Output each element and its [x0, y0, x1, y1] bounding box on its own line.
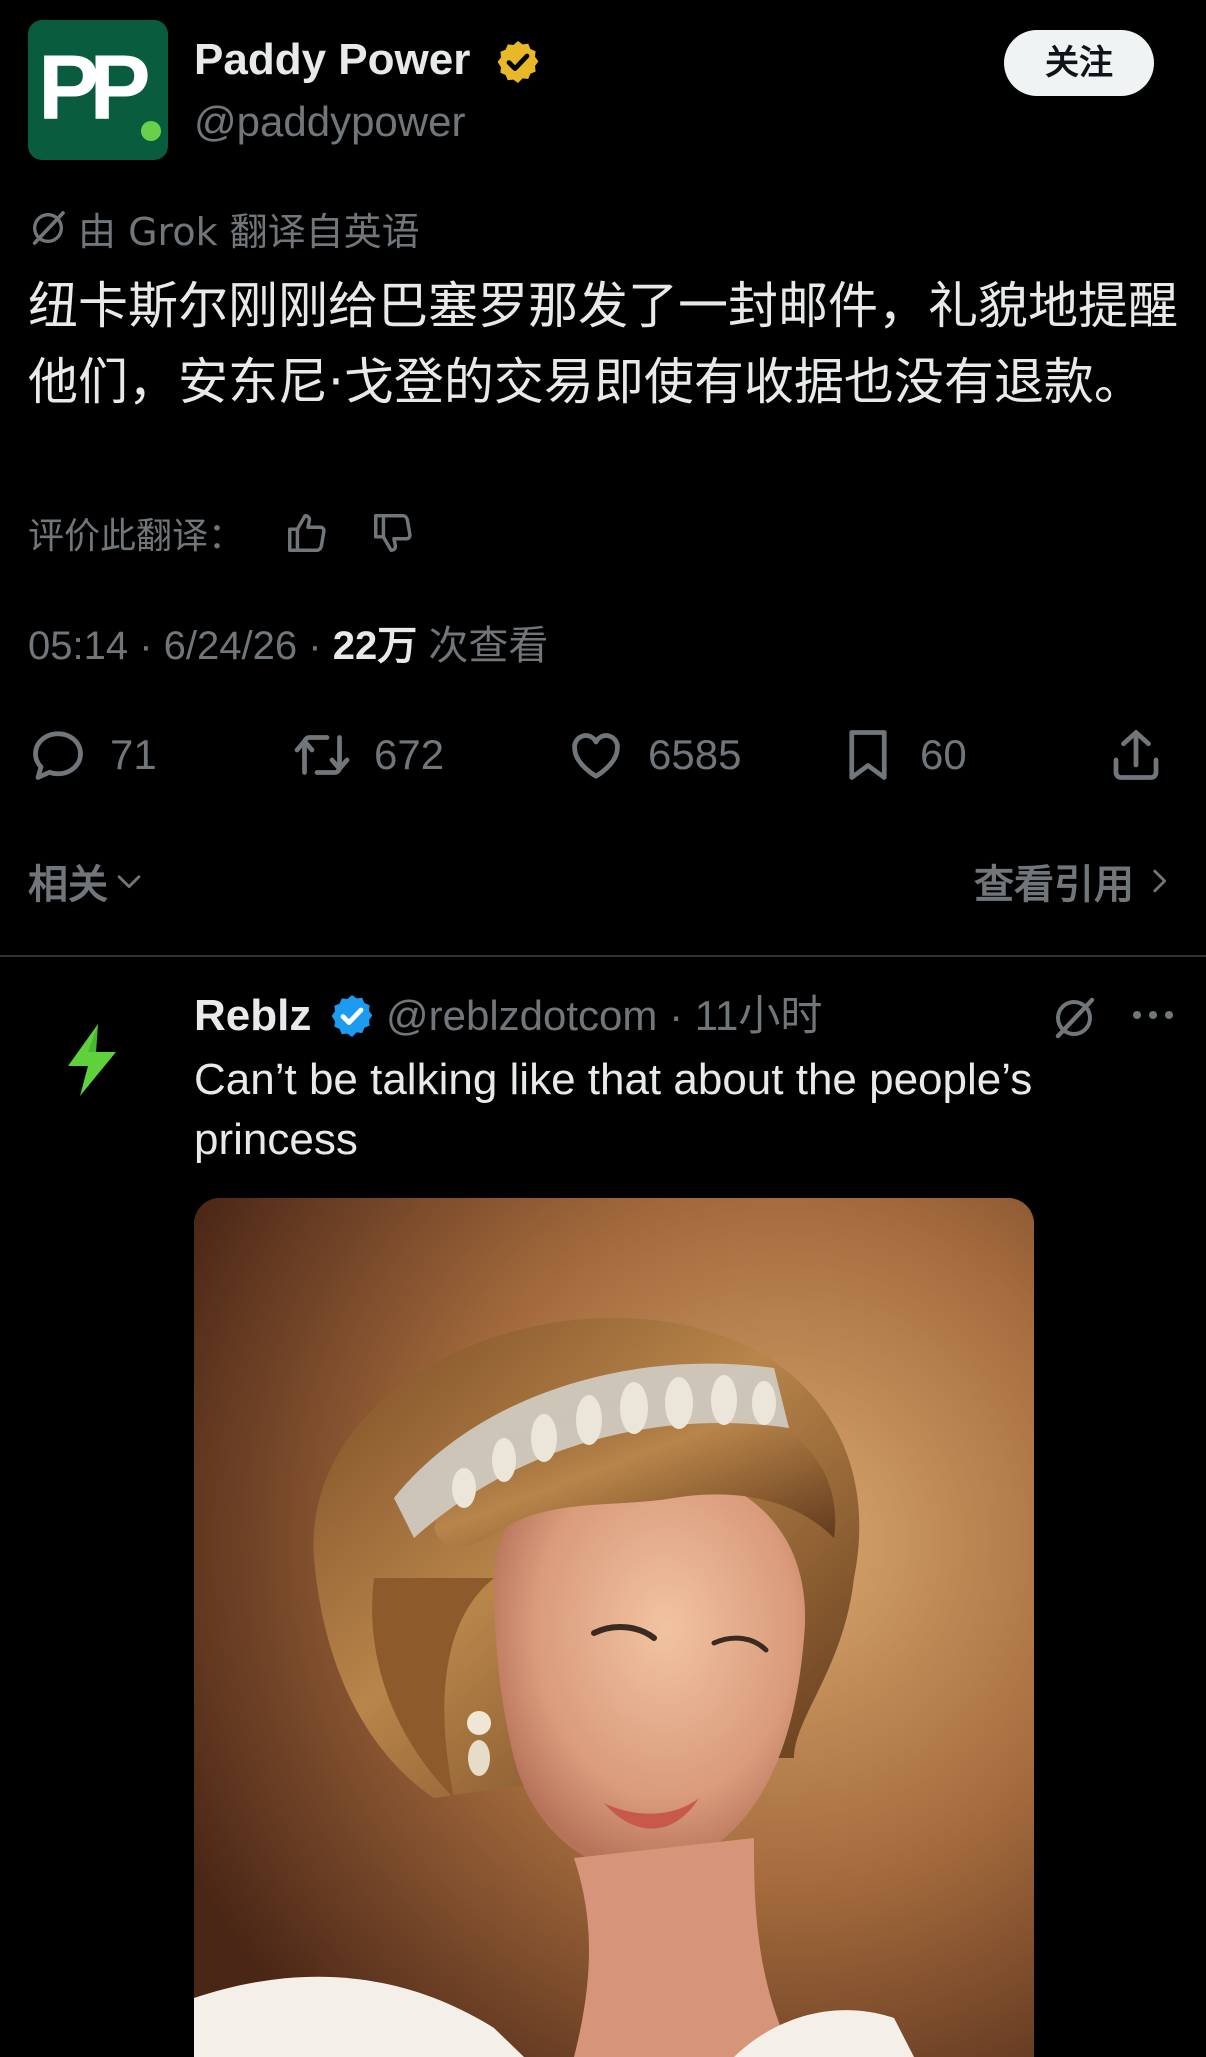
- meta-separator: ·: [308, 624, 333, 668]
- translation-label-text: 由 Grok 翻译自英语: [78, 209, 420, 254]
- grok-icon[interactable]: [1050, 994, 1098, 1042]
- retweet-icon: [294, 735, 350, 775]
- avatar-logo-text: PP: [38, 37, 151, 139]
- like-button[interactable]: 6585: [566, 722, 741, 788]
- view-quotes-link[interactable]: 查看引用: [974, 852, 1176, 910]
- author-handle[interactable]: @paddypower: [194, 97, 465, 147]
- tweet-date[interactable]: 6/24/26: [164, 624, 297, 668]
- princess-portrait-image: [194, 1198, 1034, 2057]
- author-avatar[interactable]: PP: [28, 20, 168, 160]
- rate-translation-row: 评价此翻译：: [28, 505, 416, 561]
- avatar-logo-dot: [141, 121, 161, 141]
- like-count: 6585: [648, 731, 742, 778]
- blue-verified-badge-icon: [331, 995, 373, 1037]
- section-divider: [0, 955, 1206, 957]
- reply-text: Can’t be talking like that about the peo…: [194, 1055, 1033, 1164]
- retweet-button[interactable]: 672: [292, 722, 444, 788]
- reply-count: 71: [110, 731, 157, 778]
- thumbs-down-icon[interactable]: [370, 510, 416, 556]
- reply-icon: [33, 731, 83, 780]
- tweet-meta: 05:14 · 6/24/26 · 22万 次查看: [28, 618, 548, 674]
- views-count: 22万: [332, 624, 418, 668]
- views-label: 次查看: [428, 624, 549, 668]
- lightning-bolt-icon[interactable]: [60, 1022, 130, 1098]
- tweet-text: 纽卡斯尔刚刚给巴塞罗那发了一封邮件，礼貌地提醒他们，安东尼·戈登的交易即使有收据…: [28, 277, 1178, 411]
- share-icon: [1113, 730, 1159, 780]
- tweet-time[interactable]: 05:14: [28, 624, 128, 668]
- tweet-detail-page: PP Paddy Power @paddypower 关注 由 Grok 翻译自…: [0, 0, 1206, 2057]
- reply-meta: @reblzdotcom · 11小时: [386, 988, 822, 1044]
- reply-handle[interactable]: @reblzdotcom: [386, 992, 657, 1039]
- thumbs-up-icon[interactable]: [284, 510, 330, 556]
- follow-button[interactable]: 关注: [1004, 30, 1154, 96]
- bookmark-button[interactable]: 60: [838, 722, 967, 788]
- bookmark-icon: [849, 730, 887, 780]
- gold-verified-badge-icon: [497, 41, 539, 83]
- grok-icon: [32, 211, 65, 245]
- reply-separator: ·: [669, 992, 684, 1039]
- author-display-name[interactable]: Paddy Power: [194, 34, 470, 86]
- share-button[interactable]: [1106, 722, 1188, 788]
- reply-author-name[interactable]: Reblz: [194, 988, 311, 1044]
- bookmark-count: 60: [920, 731, 967, 778]
- view-quotes-label: 查看引用: [974, 862, 1134, 908]
- chevron-down-icon: [117, 875, 141, 889]
- reply-photo[interactable]: [194, 1198, 1034, 2057]
- related-dropdown[interactable]: 相关: [28, 852, 146, 910]
- chevron-right-icon: [1153, 869, 1167, 893]
- translation-label[interactable]: 由 Grok 翻译自英语: [28, 203, 420, 254]
- retweet-count: 672: [374, 731, 445, 778]
- reply-button[interactable]: 71: [28, 722, 157, 788]
- reply-time[interactable]: 11小时: [695, 992, 823, 1039]
- more-options-icon[interactable]: [1130, 1000, 1176, 1030]
- meta-separator: ·: [139, 624, 164, 668]
- related-label: 相关: [28, 862, 108, 908]
- heart-icon: [572, 733, 620, 779]
- rate-translation-label: 评价此翻译：: [28, 516, 245, 557]
